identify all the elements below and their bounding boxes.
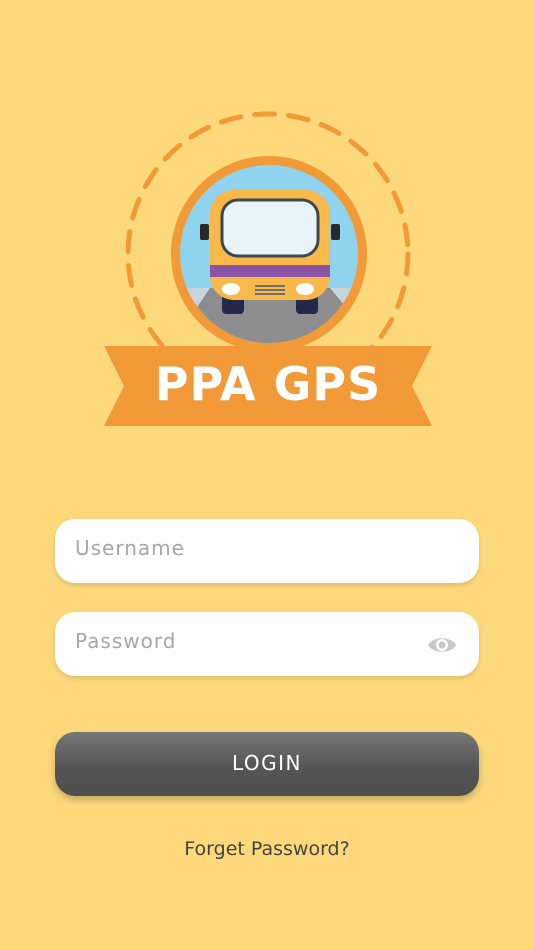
login-button[interactable]: LOGIN bbox=[55, 732, 479, 796]
password-field[interactable] bbox=[55, 612, 479, 676]
username-field[interactable] bbox=[55, 519, 479, 583]
password-input[interactable] bbox=[75, 612, 415, 670]
username-input[interactable] bbox=[75, 519, 415, 577]
forget-password-link[interactable]: Forget Password? bbox=[0, 838, 534, 860]
app-title: PPA GPS bbox=[154, 357, 382, 411]
eye-icon[interactable] bbox=[427, 633, 457, 657]
app-logo: PPA GPS bbox=[100, 108, 436, 433]
